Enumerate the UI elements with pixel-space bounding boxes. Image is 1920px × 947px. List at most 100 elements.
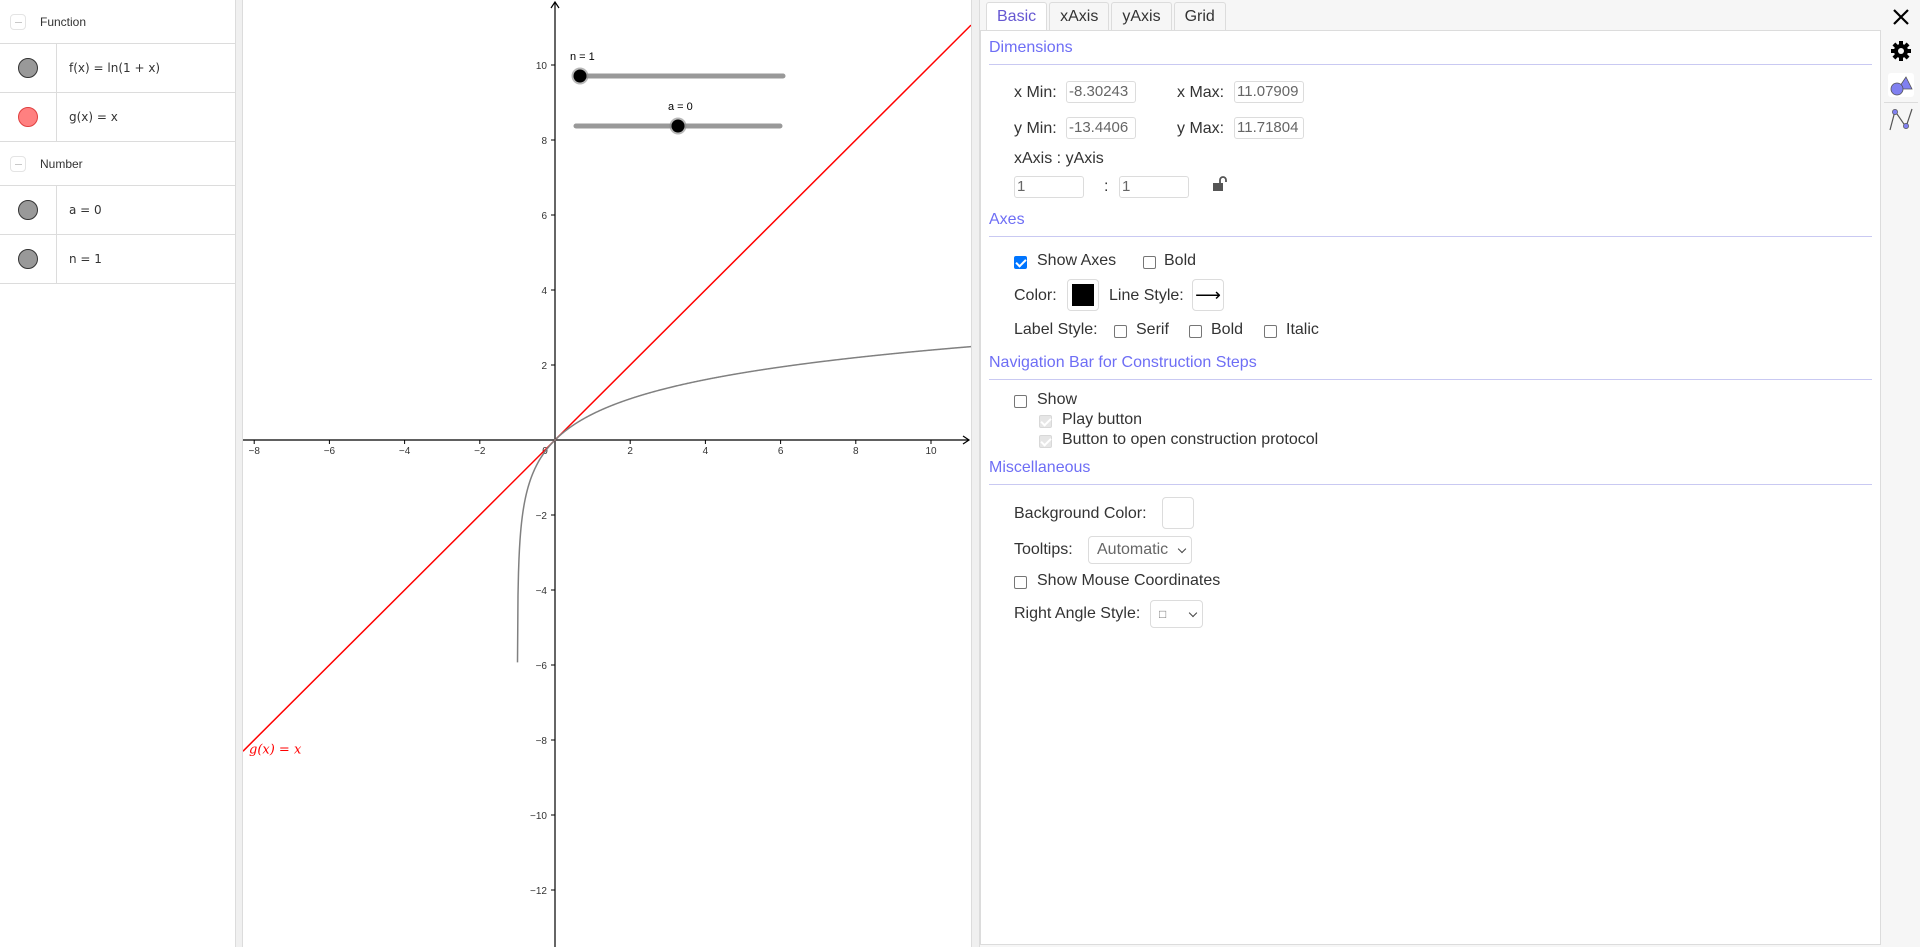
geogebra-app: Function f(x) = ln(1 + x) g(x) = x Numbe…: [0, 0, 1920, 947]
label-bold-label: Bold: [1211, 321, 1244, 338]
right-angle-style-label: Right Angle Style:: [1014, 605, 1141, 622]
play-button-label: Play button: [1062, 411, 1143, 428]
tooltips-label: Tooltips:: [1014, 541, 1073, 558]
slider-knob-n[interactable]: [573, 69, 587, 83]
mouse-coordinates-checkbox[interactable]: [1014, 576, 1027, 589]
algebra-item-f[interactable]: f(x) = ln(1 + x): [0, 44, 235, 93]
slider-knob-a[interactable]: [671, 119, 685, 133]
x-tick-label: −8: [248, 446, 260, 457]
y-min-label: y Min:: [1014, 120, 1057, 137]
x-tick-label: 6: [778, 446, 784, 457]
italic-checkbox[interactable]: [1264, 325, 1277, 338]
curve-label-g: g(x) = x: [249, 742, 302, 757]
group-header-number: Number: [0, 142, 235, 186]
ratio-x-input[interactable]: 1: [1014, 176, 1084, 198]
y-min-input[interactable]: -13.4406: [1066, 117, 1136, 139]
expression[interactable]: f(x) = ln(1 + x): [57, 44, 160, 92]
x-tick-label: 2: [627, 446, 633, 457]
serif-checkbox[interactable]: [1114, 325, 1127, 338]
line-style-button[interactable]: ⟶: [1192, 279, 1224, 311]
divider: [989, 484, 1872, 485]
x-tick-label: 8: [853, 446, 859, 457]
x-tick-label: 10: [925, 446, 937, 457]
settings-content: Dimensions x Min: -8.30243 x Max: 11.079…: [980, 30, 1881, 945]
axes-color-button[interactable]: [1067, 279, 1099, 311]
x-tick-label: −2: [474, 446, 486, 457]
panel-resize-handle[interactable]: [235, 0, 243, 947]
line-style-label: Line Style:: [1109, 287, 1184, 304]
y-tick-label: −6: [536, 661, 548, 672]
show-axes-label: Show Axes: [1037, 252, 1117, 269]
panel-resize-handle[interactable]: [971, 0, 980, 947]
slider-label-a: a = 0: [668, 101, 693, 113]
graphics-view-button[interactable]: [1888, 73, 1914, 97]
group-header-function: Function: [0, 0, 235, 44]
y-tick-label: −4: [536, 586, 548, 597]
expression[interactable]: a = 0: [57, 186, 102, 234]
visibility-marble[interactable]: [18, 107, 38, 127]
close-icon[interactable]: [1888, 4, 1914, 30]
y-tick-label: 8: [541, 136, 547, 147]
slider-label-n: n = 1: [570, 51, 595, 63]
x-max-input[interactable]: 11.07909: [1234, 81, 1304, 103]
graph-f[interactable]: [516, 345, 972, 663]
visibility-marble[interactable]: [18, 58, 38, 78]
collapse-toggle[interactable]: [10, 155, 26, 172]
x-tick-label: 4: [703, 446, 709, 457]
tab-xaxis[interactable]: xAxis: [1049, 2, 1110, 30]
nav-show-checkbox[interactable]: [1014, 395, 1027, 408]
ratio-separator: :: [1104, 178, 1109, 195]
y-tick-label: 2: [541, 361, 547, 372]
y-tick-label: −12: [530, 886, 547, 897]
graph-canvas[interactable]: −8 −6 −4 −2 0 2 4 6 8 10108642−2−4−6−8−10−12g(x) …: [243, 0, 971, 947]
label-style-label: Label Style:: [1014, 321, 1098, 338]
expression[interactable]: n = 1: [57, 235, 102, 283]
group-title: Function: [40, 14, 87, 29]
y-tick-label: −2: [536, 511, 548, 522]
y-tick-label: 6: [541, 211, 547, 222]
ratio-y-input[interactable]: 1: [1119, 176, 1189, 198]
expression[interactable]: g(x) = x: [57, 93, 118, 141]
tab-grid[interactable]: Grid: [1173, 2, 1226, 30]
group-title: Number: [40, 156, 83, 171]
graphics-view-icon: [1890, 76, 1913, 96]
x-tick-label: −6: [324, 446, 336, 457]
mouse-coordinates-label: Show Mouse Coordinates: [1037, 572, 1221, 589]
italic-label: Italic: [1286, 321, 1319, 338]
x-min-label: x Min:: [1014, 84, 1057, 101]
algebra-item-a[interactable]: a = 0: [0, 186, 235, 235]
tooltips-value: Automatic: [1097, 541, 1169, 558]
axis-ratio-label: xAxis : yAxis: [1014, 150, 1104, 167]
right-angle-style-select[interactable]: □: [1150, 600, 1203, 628]
serif-label: Serif: [1136, 321, 1169, 338]
axes-bold-checkbox[interactable]: [1143, 256, 1156, 269]
algebra-view: Function f(x) = ln(1 + x) g(x) = x Numbe…: [0, 0, 235, 947]
divider: [1884, 102, 1918, 103]
section-title-axes: Axes: [989, 211, 1025, 228]
algebra-item-g[interactable]: g(x) = x: [0, 93, 235, 142]
show-axes-checkbox[interactable]: [1014, 256, 1027, 269]
algebra-item-n[interactable]: n = 1: [0, 235, 235, 284]
y-tick-label: 10: [536, 61, 548, 72]
tab-basic[interactable]: Basic: [986, 2, 1048, 32]
y-max-input[interactable]: 11.71804: [1234, 117, 1304, 139]
nav-show-label: Show: [1037, 391, 1078, 408]
visibility-marble[interactable]: [18, 200, 38, 220]
graphics-view[interactable]: −8 −6 −4 −2 0 2 4 6 8 10 10 8 6 4 2 −2 −4 −6 −8 −10 −12 g(x) …: [243, 0, 971, 947]
x-min-input[interactable]: -8.30243: [1066, 81, 1136, 103]
section-title-navigation: Navigation Bar for Construction Steps: [989, 354, 1257, 371]
gear-icon[interactable]: [1888, 38, 1914, 64]
x-max-label: x Max:: [1177, 84, 1225, 101]
divider: [989, 64, 1872, 65]
y-max-label: y Max:: [1177, 120, 1225, 137]
graph-g[interactable]: [243, 24, 971, 752]
collapse-toggle[interactable]: [10, 13, 26, 30]
label-bold-checkbox[interactable]: [1189, 325, 1202, 338]
divider: [989, 379, 1872, 380]
tab-yaxis[interactable]: yAxis: [1111, 2, 1172, 30]
tooltips-select[interactable]: Automatic: [1088, 536, 1192, 564]
visibility-marble[interactable]: [18, 249, 38, 269]
background-color-button[interactable]: [1162, 497, 1194, 529]
function-view-icon[interactable]: [1888, 106, 1914, 132]
unlocked-padlock-icon[interactable]: [1211, 175, 1229, 193]
